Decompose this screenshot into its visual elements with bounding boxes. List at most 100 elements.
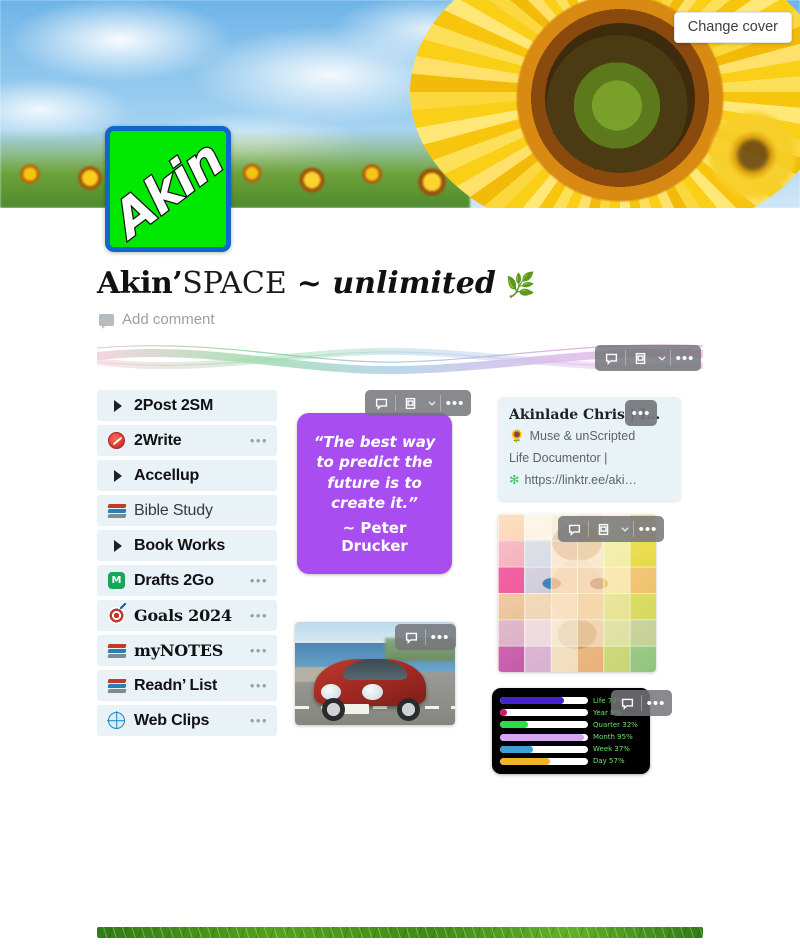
- card-frame-icon[interactable]: [589, 516, 617, 542]
- progress-fill: [500, 697, 565, 704]
- sunflower-icon: 🌻: [509, 429, 525, 443]
- middle-column: ••• “The best way to predict the future …: [277, 390, 492, 740]
- sidebar-item-readn-list[interactable]: Readn’ List •••: [97, 670, 277, 701]
- progress-track: [500, 733, 588, 741]
- sidebar-item-book-works[interactable]: Book Works: [97, 530, 277, 561]
- progress-label: Month 95%: [593, 733, 633, 742]
- books-icon: [107, 501, 126, 520]
- sidebar-item-2write[interactable]: 2Write •••: [97, 425, 277, 456]
- page-title-part3: ~ unlimited: [296, 266, 496, 301]
- sidebar-item-label: Bible Study: [134, 501, 213, 519]
- asterisk-icon: ✻: [509, 472, 520, 487]
- sidebar-item-drafts-2go[interactable]: M Drafts 2Go •••: [97, 565, 277, 596]
- triangle-right-icon: [107, 536, 126, 555]
- avatar-label: Akin: [105, 129, 231, 249]
- comment-bubble-icon[interactable]: [560, 516, 588, 542]
- ellipsis-icon[interactable]: •••: [627, 400, 655, 426]
- sidebar-item-menu[interactable]: •••: [250, 679, 268, 692]
- chevron-down-icon[interactable]: [654, 345, 670, 371]
- progress-row: Quarter 32%: [500, 720, 642, 729]
- progress-row: Week 37%: [500, 745, 642, 754]
- comment-bubble-icon[interactable]: [367, 390, 395, 416]
- notebook-list: 2Post 2SM 2Write ••• Accellup Bible Stud…: [97, 390, 277, 740]
- progress-label: Quarter 32%: [593, 720, 638, 729]
- green-divider-bar: [97, 927, 703, 938]
- comment-bubble-icon[interactable]: [397, 624, 425, 650]
- progress-fill: [500, 721, 529, 729]
- sidebar-item-label: Goals 2024: [134, 606, 232, 625]
- sidebar-item-web-clips[interactable]: Web Clips •••: [97, 705, 277, 736]
- ellipsis-icon[interactable]: •••: [426, 624, 454, 650]
- chevron-down-icon[interactable]: [617, 516, 633, 542]
- sidebar-item-menu[interactable]: •••: [250, 714, 268, 727]
- ellipsis-icon[interactable]: •••: [671, 345, 699, 371]
- ellipsis-icon[interactable]: •••: [634, 516, 662, 542]
- sidebar-item-accellup[interactable]: Accellup: [97, 460, 277, 491]
- car-card-toolbar[interactable]: •••: [395, 624, 456, 650]
- sidebar-item-label: Readn’ List: [134, 676, 218, 694]
- bio-line-1-text: Muse & unScripted: [529, 429, 636, 443]
- bio-card-toolbar[interactable]: •••: [625, 400, 657, 426]
- add-comment-label: Add comment: [122, 311, 215, 328]
- bio-link[interactable]: https://linktr.ee/aki…: [524, 472, 637, 489]
- quote-card-toolbar[interactable]: •••: [365, 390, 471, 416]
- progress-track: [500, 709, 588, 717]
- page-title: Akin’ SPACE ~ unlimited 🌿: [0, 266, 800, 301]
- sidebar-item-menu[interactable]: •••: [250, 574, 268, 587]
- add-comment-button[interactable]: Add comment: [0, 311, 800, 329]
- sidebar-item-label: 2Write: [134, 431, 182, 449]
- card-frame-icon[interactable]: [626, 345, 654, 371]
- bio-line-1: 🌻 Muse & unScripted: [509, 428, 670, 445]
- progress-label: Day 57%: [593, 757, 625, 766]
- books-icon: [107, 641, 126, 660]
- sidebar-item-menu[interactable]: •••: [250, 644, 268, 657]
- cover-background-sunflower: [710, 112, 796, 198]
- sidebar-item-menu[interactable]: •••: [250, 609, 268, 622]
- bio-line-2-text: Life Documentor |: [509, 450, 608, 465]
- comment-bubble-icon[interactable]: [613, 690, 641, 716]
- progress-track: [500, 757, 588, 765]
- card-frame-icon[interactable]: [396, 390, 424, 416]
- progress-label: Week 37%: [593, 745, 630, 754]
- globe-icon: [107, 711, 126, 730]
- change-cover-button[interactable]: Change cover: [673, 12, 792, 43]
- progress-fill: [500, 757, 551, 765]
- progress-track: [500, 721, 588, 729]
- page-title-part2: SPACE: [182, 266, 287, 301]
- bio-line-2: Life Documentor |: [509, 450, 670, 467]
- bio-link-row[interactable]: ✻ https://linktr.ee/aki…: [509, 472, 670, 489]
- sidebar-item-label: Accellup: [134, 466, 200, 484]
- progress-fill: [500, 733, 584, 741]
- quote-card[interactable]: “The best way to predict the future is t…: [297, 413, 452, 574]
- chevron-down-icon[interactable]: [424, 390, 440, 416]
- red-circle-icon: [107, 431, 126, 450]
- green-square-icon: M: [107, 571, 126, 590]
- sidebar-item-goals-2024[interactable]: Goals 2024 •••: [97, 600, 277, 631]
- sidebar-item-label: 2Post 2SM: [134, 396, 214, 414]
- sidebar-item-bible-study[interactable]: Bible Study: [97, 495, 277, 526]
- progress-track: [500, 745, 588, 753]
- triangle-right-icon: [107, 396, 126, 415]
- avatar[interactable]: Akin: [105, 126, 231, 252]
- sidebar-item-menu[interactable]: •••: [250, 434, 268, 447]
- sidebar-item-mynotes[interactable]: myNOTES •••: [97, 635, 277, 666]
- comment-bubble-icon[interactable]: [597, 345, 625, 371]
- triangle-right-icon: [107, 466, 126, 485]
- books-icon: [107, 676, 126, 695]
- progress-fill: [500, 745, 533, 753]
- page-body: Akin’ SPACE ~ unlimited 🌿 Add comment ••…: [0, 208, 800, 774]
- quote-text: “The best way to predict the future is t…: [313, 433, 436, 512]
- page-title-part1: Akin’: [97, 266, 183, 301]
- comment-bubble-icon: [99, 313, 114, 329]
- mosaic-card-toolbar[interactable]: •••: [558, 516, 664, 542]
- banner-toolbar[interactable]: •••: [595, 345, 701, 371]
- progress-card-toolbar[interactable]: •••: [611, 690, 672, 716]
- ellipsis-icon[interactable]: •••: [642, 690, 670, 716]
- cover-sunflower-field: [0, 130, 470, 208]
- sidebar-item-label: Book Works: [134, 536, 226, 554]
- ellipsis-icon[interactable]: •••: [441, 390, 469, 416]
- quote-author: ~ Peter Drucker: [341, 519, 408, 555]
- progress-row: Month 95%: [500, 733, 642, 742]
- sidebar-item-2post-2sm[interactable]: 2Post 2SM: [97, 390, 277, 421]
- sunflower-seed-texture: [544, 22, 696, 174]
